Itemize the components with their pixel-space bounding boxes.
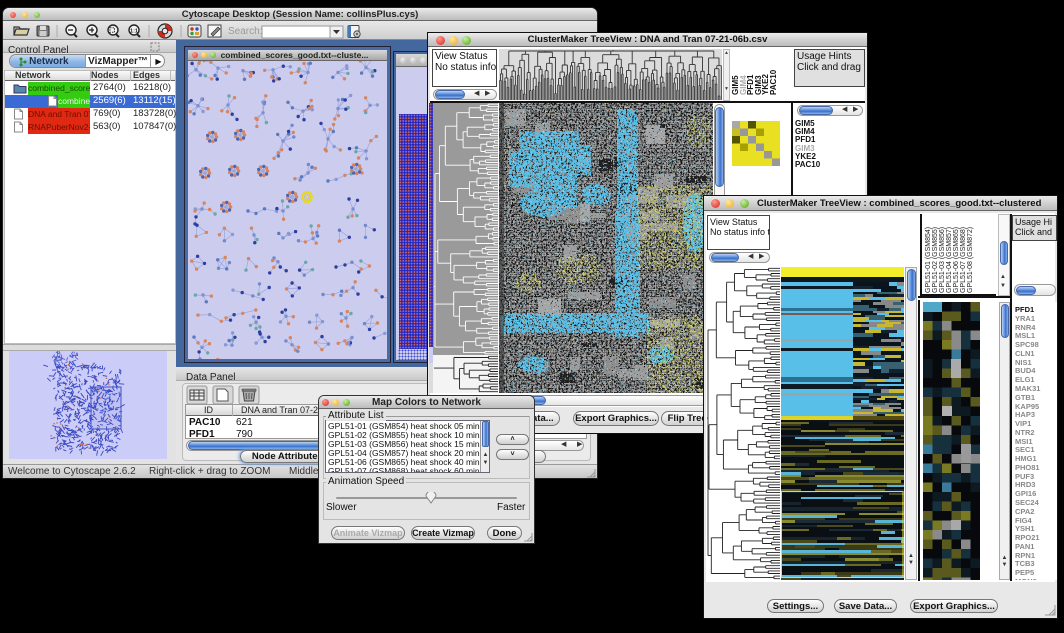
svg-text:Search:: Search: bbox=[228, 26, 262, 37]
svg-text:1:1: 1:1 bbox=[130, 28, 138, 34]
